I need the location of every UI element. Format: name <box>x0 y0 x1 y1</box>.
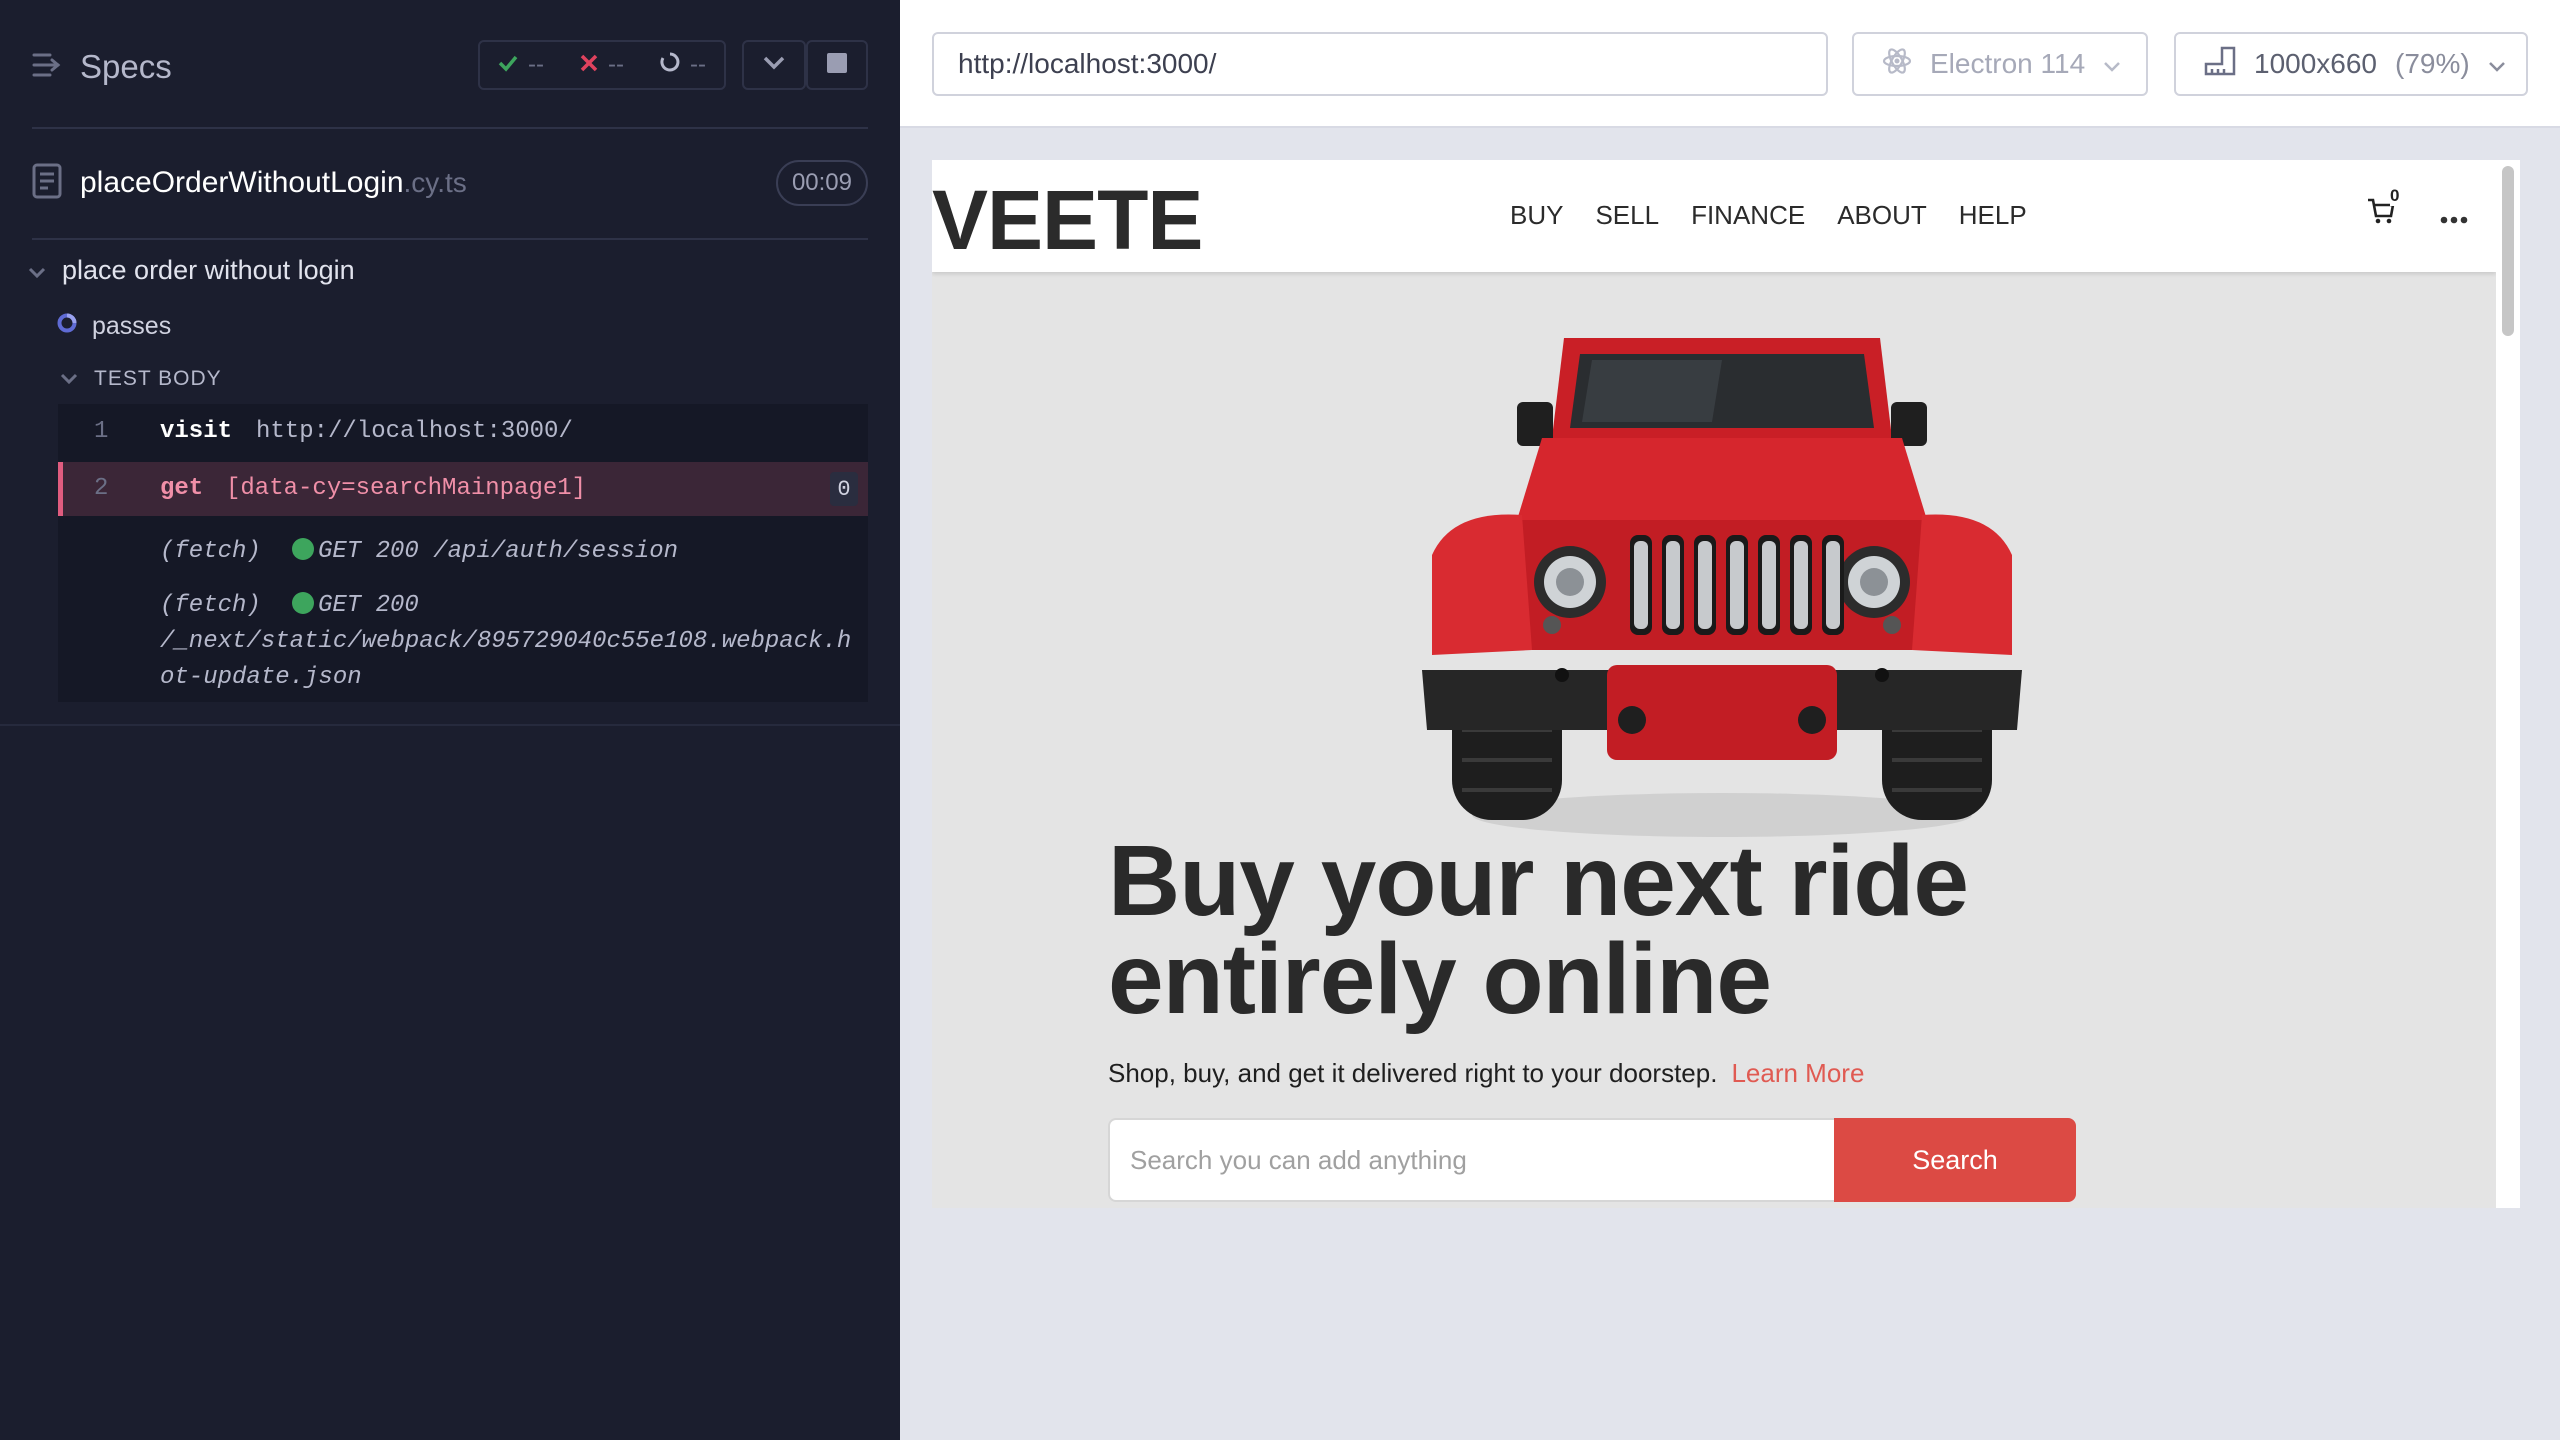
hero-search: Search <box>1108 1118 2076 1202</box>
spec-extension: .cy.ts <box>403 167 467 198</box>
spinner-icon <box>660 51 680 79</box>
ruler-icon <box>2204 46 2236 83</box>
cypress-reporter: Specs -- -- -- placeOrderWithoutLogin .c… <box>0 0 900 1440</box>
test-stats: -- -- -- <box>478 40 726 90</box>
command-log: 1 visit http://localhost:3000/ 2 get [da… <box>58 404 868 702</box>
learn-more-link[interactable]: Learn More <box>1731 1058 1864 1089</box>
hero-subtitle: Shop, buy, and get it delivered right to… <box>1108 1058 1864 1089</box>
command-row[interactable]: 1 visit http://localhost:3000/ <box>58 404 868 460</box>
viewport-size: 1000x660 <box>2254 48 2378 79</box>
search-button[interactable]: Search <box>1834 1118 2076 1202</box>
divider <box>32 127 868 129</box>
request-prefix: (fetch) <box>160 592 261 619</box>
request-method: GET 200 <box>318 538 419 565</box>
chevron-down-icon <box>2488 48 2506 80</box>
pending-count: -- <box>690 51 706 78</box>
spec-file-row[interactable]: placeOrderWithoutLogin .cy.ts 00:09 <box>32 152 868 214</box>
url-field[interactable]: http://localhost:3000/ <box>932 32 1828 96</box>
more-menu-button[interactable] <box>2440 198 2468 232</box>
file-icon <box>32 163 62 204</box>
scrollbar-thumb[interactable] <box>2502 166 2514 336</box>
nav-about[interactable]: ABOUT <box>1837 200 1927 231</box>
status-dot-icon <box>292 592 314 614</box>
command-number: 2 <box>94 475 109 502</box>
stop-icon <box>827 52 847 78</box>
specs-toggle[interactable]: Specs <box>32 38 172 96</box>
electron-icon <box>1882 46 1912 83</box>
stop-button[interactable] <box>806 40 868 90</box>
more-horizontal-icon <box>2440 198 2468 231</box>
pending-stat: -- <box>660 51 706 79</box>
collapse-button[interactable] <box>742 40 806 90</box>
hero-subtitle-text: Shop, buy, and get it delivered right to… <box>1108 1058 1718 1088</box>
aut-toolbar: http://localhost:3000/ Electron 114 1000… <box>900 0 2560 128</box>
request-details: GET 200 /api/auth/session <box>292 538 678 565</box>
spec-name: placeOrderWithoutLogin <box>80 166 404 199</box>
site-logo[interactable]: VEETE <box>932 172 1203 269</box>
test-title: passes <box>92 311 172 340</box>
request-path-continued: ot-update.json <box>160 664 362 691</box>
hero-title: Buy your next ride entirely online <box>1108 825 2108 1035</box>
passed-count: -- <box>528 51 544 78</box>
specs-list-icon <box>32 48 62 86</box>
search-input[interactable] <box>1108 1118 1834 1202</box>
site-navbar: VEETE BUY SELL FINANCE ABOUT HELP 0 <box>932 160 2496 272</box>
nav-finance[interactable]: FINANCE <box>1691 200 1805 231</box>
suite-row[interactable]: place order without login <box>28 248 355 292</box>
chevron-down-icon <box>28 255 46 286</box>
nav-sell[interactable]: SELL <box>1595 200 1659 231</box>
status-dot-icon <box>292 538 314 560</box>
chevron-down-icon <box>2103 48 2121 80</box>
viewport-selector[interactable]: 1000x660 (79%) <box>2174 32 2528 96</box>
x-icon <box>580 51 598 79</box>
nav-buy[interactable]: BUY <box>1510 200 1563 231</box>
running-icon <box>56 312 78 341</box>
hook-header[interactable]: TEST BODY <box>60 362 222 396</box>
request-method: GET 200 <box>318 592 419 619</box>
request-row[interactable]: (fetch) GET 200 /_next/static/webpack/89… <box>58 584 868 700</box>
specs-label: Specs <box>80 48 172 85</box>
request-details: GET 200 <box>292 592 419 619</box>
site-nav-links: BUY SELL FINANCE ABOUT HELP <box>1510 200 2027 231</box>
aut-viewport: VEETE BUY SELL FINANCE ABOUT HELP 0 Buy … <box>932 160 2520 1208</box>
request-prefix: (fetch) <box>160 538 261 565</box>
command-row-active[interactable]: 2 get [data-cy=searchMainpage1] 0 <box>58 462 868 516</box>
check-icon <box>498 51 518 79</box>
browser-selector[interactable]: Electron 114 <box>1852 32 2148 96</box>
request-row[interactable]: (fetch) GET 200 /api/auth/session <box>58 528 868 578</box>
hero-title-line-1: Buy your next ride <box>1108 825 1969 937</box>
reporter-header: Specs -- -- -- <box>0 0 900 128</box>
command-name: get <box>160 475 204 502</box>
passed-stat: -- <box>498 51 544 79</box>
nav-help[interactable]: HELP <box>1959 200 2027 231</box>
hero-car-image <box>1422 320 2022 845</box>
browser-name: Electron 114 <box>1930 48 2086 79</box>
hook-label: TEST BODY <box>94 367 222 390</box>
request-path: /api/auth/session <box>433 538 679 565</box>
scrollbar[interactable] <box>2496 160 2520 1208</box>
command-message: [data-cy=searchMainpage1] <box>226 475 587 502</box>
suite-title: place order without login <box>62 254 355 285</box>
failed-count: -- <box>608 51 624 78</box>
chevron-down-icon <box>60 367 78 391</box>
viewport-scale: (79%) <box>2395 48 2470 79</box>
chevron-down-icon <box>763 56 785 75</box>
command-number: 1 <box>94 418 109 445</box>
element-count-badge: 0 <box>830 472 858 506</box>
cart-button[interactable]: 0 <box>2366 186 2400 231</box>
failed-stat: -- <box>580 51 624 79</box>
divider <box>32 238 868 240</box>
command-message: http://localhost:3000/ <box>256 418 573 445</box>
divider <box>0 724 900 726</box>
command-name: visit <box>160 418 233 445</box>
cart-icon <box>2366 198 2396 230</box>
app-under-test-panel: http://localhost:3000/ Electron 114 1000… <box>900 0 2560 1440</box>
spec-duration: 00:09 <box>775 160 868 206</box>
cart-count-badge: 0 <box>2390 186 2400 206</box>
test-row[interactable]: passes <box>56 306 171 346</box>
request-path: /_next/static/webpack/895729040c55e108.w… <box>160 628 852 655</box>
hero-title-line-2: entirely online <box>1108 923 1772 1035</box>
